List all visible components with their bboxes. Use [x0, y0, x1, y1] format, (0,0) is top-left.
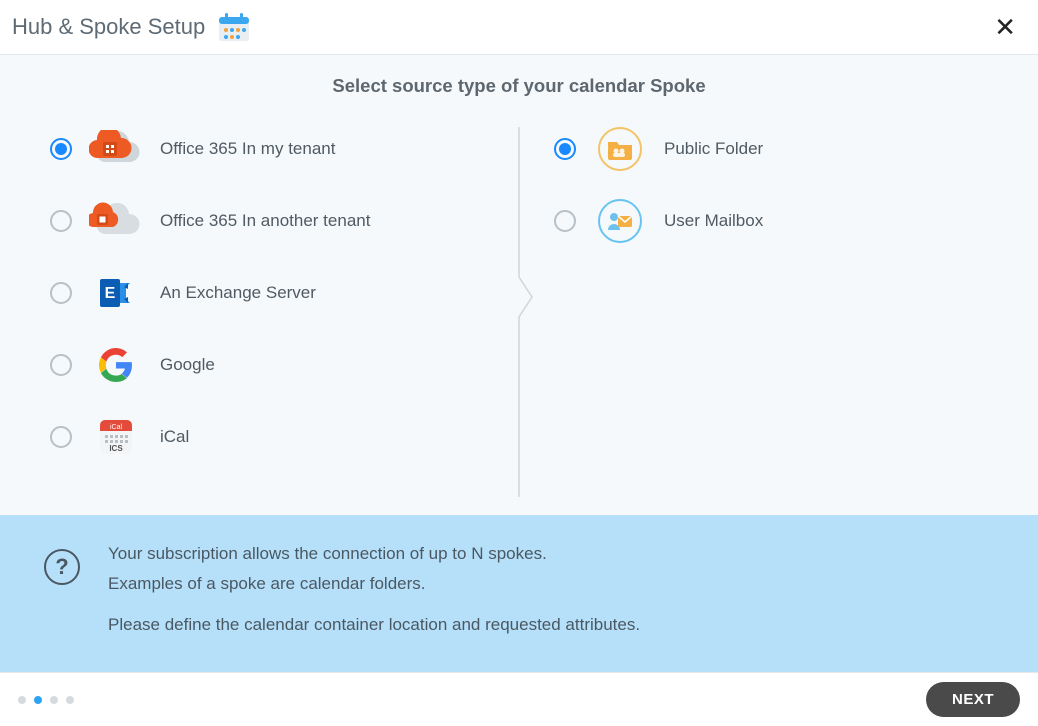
radio-o365-other[interactable] — [50, 210, 72, 232]
subtitle: Select source type of your calendar Spok… — [0, 75, 1038, 97]
radio-ical[interactable] — [50, 426, 72, 448]
exchange-icon: E — [88, 271, 144, 315]
google-icon — [88, 343, 144, 387]
option-public-folder[interactable]: Public Folder — [554, 127, 988, 171]
next-button[interactable]: NEXT — [926, 682, 1020, 717]
help-icon: ? — [44, 549, 80, 585]
step-indicator — [18, 696, 74, 704]
o365-own-icon — [88, 127, 144, 171]
radio-google[interactable] — [50, 354, 72, 376]
step-dot-1 — [18, 696, 26, 704]
svg-text:E: E — [105, 285, 116, 302]
ical-icon: iCal ICS — [88, 415, 144, 459]
calendar-icon — [217, 11, 251, 43]
info-text: Your subscription allows the connection … — [108, 541, 640, 642]
option-o365-own[interactable]: Office 365 In my tenant — [50, 127, 484, 171]
source-type-column: Office 365 In my tenant Office 365 In an… — [30, 127, 504, 497]
info-line-1: Your subscription allows the connection … — [108, 541, 640, 567]
public-folder-icon — [592, 127, 648, 171]
dialog-header: Hub & Spoke Setup ✕ — [0, 0, 1038, 55]
columns: Office 365 In my tenant Office 365 In an… — [0, 127, 1038, 497]
info-banner: ? Your subscription allows the connectio… — [0, 515, 1038, 672]
info-line-3: Please define the calendar container loc… — [108, 612, 640, 638]
page-title: Hub & Spoke Setup — [12, 14, 205, 40]
user-mailbox-icon — [592, 199, 648, 243]
header-left: Hub & Spoke Setup — [12, 11, 251, 43]
info-line-2: Examples of a spoke are calendar folders… — [108, 571, 640, 597]
option-google[interactable]: Google — [50, 343, 484, 387]
main-content: Select source type of your calendar Spok… — [0, 55, 1038, 672]
option-ical[interactable]: iCal ICS iCal — [50, 415, 484, 459]
footer: NEXT — [0, 672, 1038, 726]
step-dot-2 — [34, 696, 42, 704]
svg-text:iCal: iCal — [110, 424, 123, 431]
option-o365-other[interactable]: Office 365 In another tenant — [50, 199, 484, 243]
column-divider — [504, 127, 534, 497]
radio-exchange[interactable] — [50, 282, 72, 304]
step-dot-4 — [66, 696, 74, 704]
option-label: Office 365 In my tenant — [160, 139, 335, 159]
radio-o365-own[interactable] — [50, 138, 72, 160]
option-label: User Mailbox — [664, 211, 763, 231]
location-column: Public Folder User Mailbox — [534, 127, 1008, 497]
o365-other-icon — [88, 199, 144, 243]
option-user-mailbox[interactable]: User Mailbox — [554, 199, 988, 243]
option-label: An Exchange Server — [160, 283, 316, 303]
option-label: Public Folder — [664, 139, 763, 159]
radio-user-mailbox[interactable] — [554, 210, 576, 232]
option-label: iCal — [160, 427, 189, 447]
option-exchange[interactable]: E An Exchange Server — [50, 271, 484, 315]
step-dot-3 — [50, 696, 58, 704]
close-icon[interactable]: ✕ — [990, 10, 1020, 44]
svg-text:ICS: ICS — [109, 444, 123, 453]
option-label: Office 365 In another tenant — [160, 211, 370, 231]
radio-public-folder[interactable] — [554, 138, 576, 160]
option-label: Google — [160, 355, 215, 375]
